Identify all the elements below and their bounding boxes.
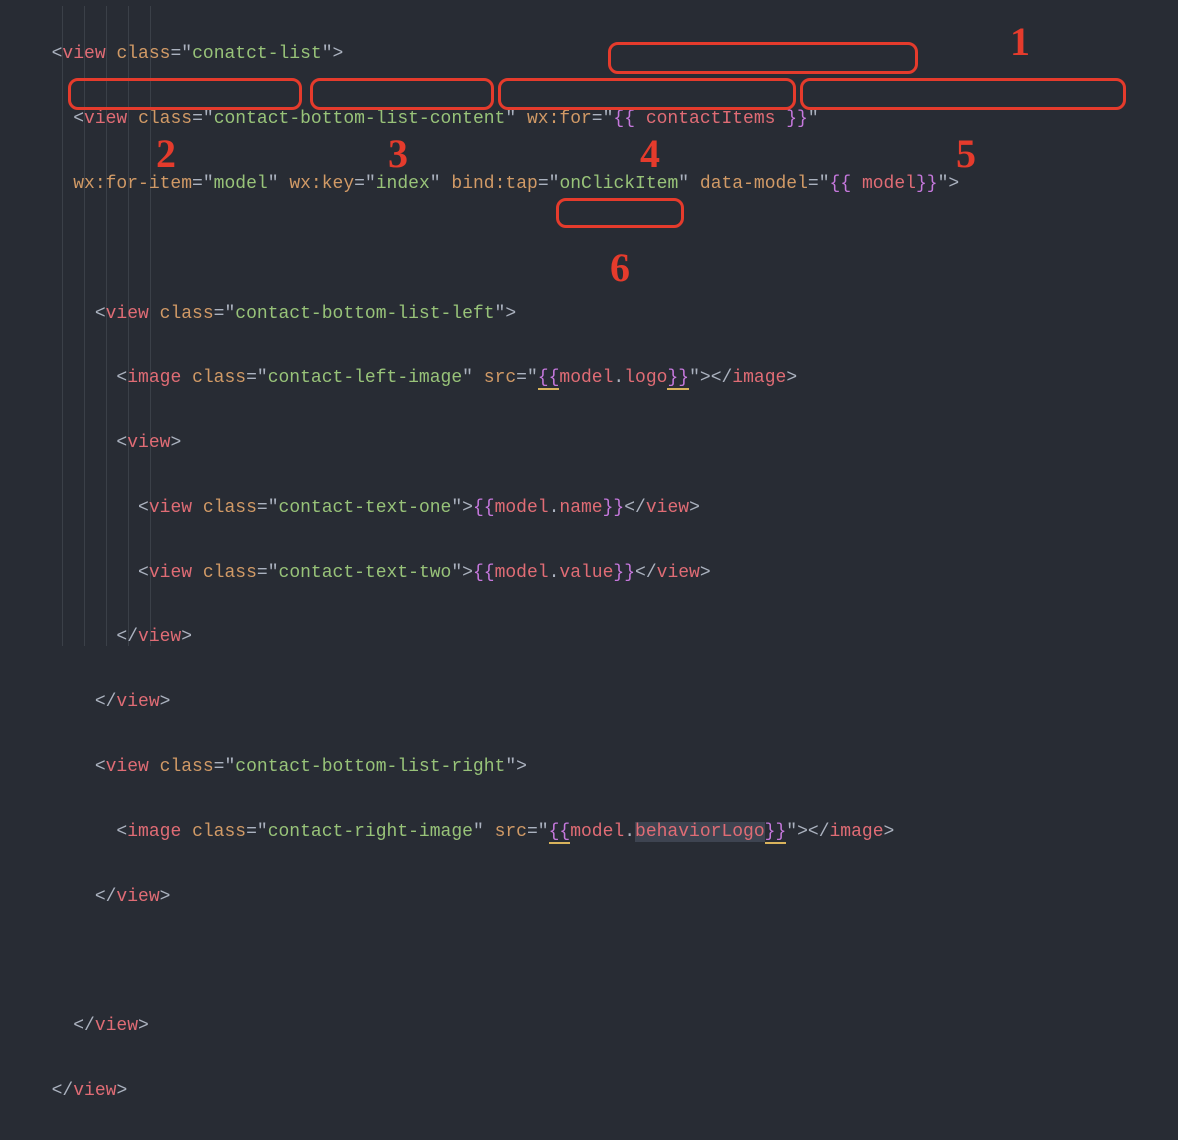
code-line-blank-b[interactable]: [30, 945, 1178, 977]
code-line-14[interactable]: </view>: [30, 881, 1178, 913]
code-line-13[interactable]: <image class="contact-right-image" src="…: [30, 816, 1178, 848]
code-editor[interactable]: <view class="conatct-list"> <view class=…: [30, 6, 1178, 1140]
code-line-11[interactable]: </view>: [30, 686, 1178, 718]
code-line-12[interactable]: <view class="contact-bottom-list-right">: [30, 751, 1178, 783]
code-line-10[interactable]: </view>: [30, 621, 1178, 653]
code-line-2[interactable]: <view class="contact-bottom-list-content…: [30, 103, 1178, 135]
code-line-3[interactable]: wx:for-item="model" wx:key="index" bind:…: [30, 168, 1178, 200]
code-line-blank-a[interactable]: [30, 233, 1178, 265]
code-line-9[interactable]: <view class="contact-text-two">{{model.v…: [30, 557, 1178, 589]
code-line-6[interactable]: <image class="contact-left-image" src="{…: [30, 362, 1178, 394]
code-line-1[interactable]: <view class="conatct-list">: [30, 38, 1178, 70]
code-line-7[interactable]: <view>: [30, 427, 1178, 459]
code-line-16[interactable]: </view>: [30, 1010, 1178, 1042]
code-line-8[interactable]: <view class="contact-text-one">{{model.n…: [30, 492, 1178, 524]
code-line-17[interactable]: </view>: [30, 1075, 1178, 1107]
code-line-5[interactable]: <view class="contact-bottom-list-left">: [30, 298, 1178, 330]
